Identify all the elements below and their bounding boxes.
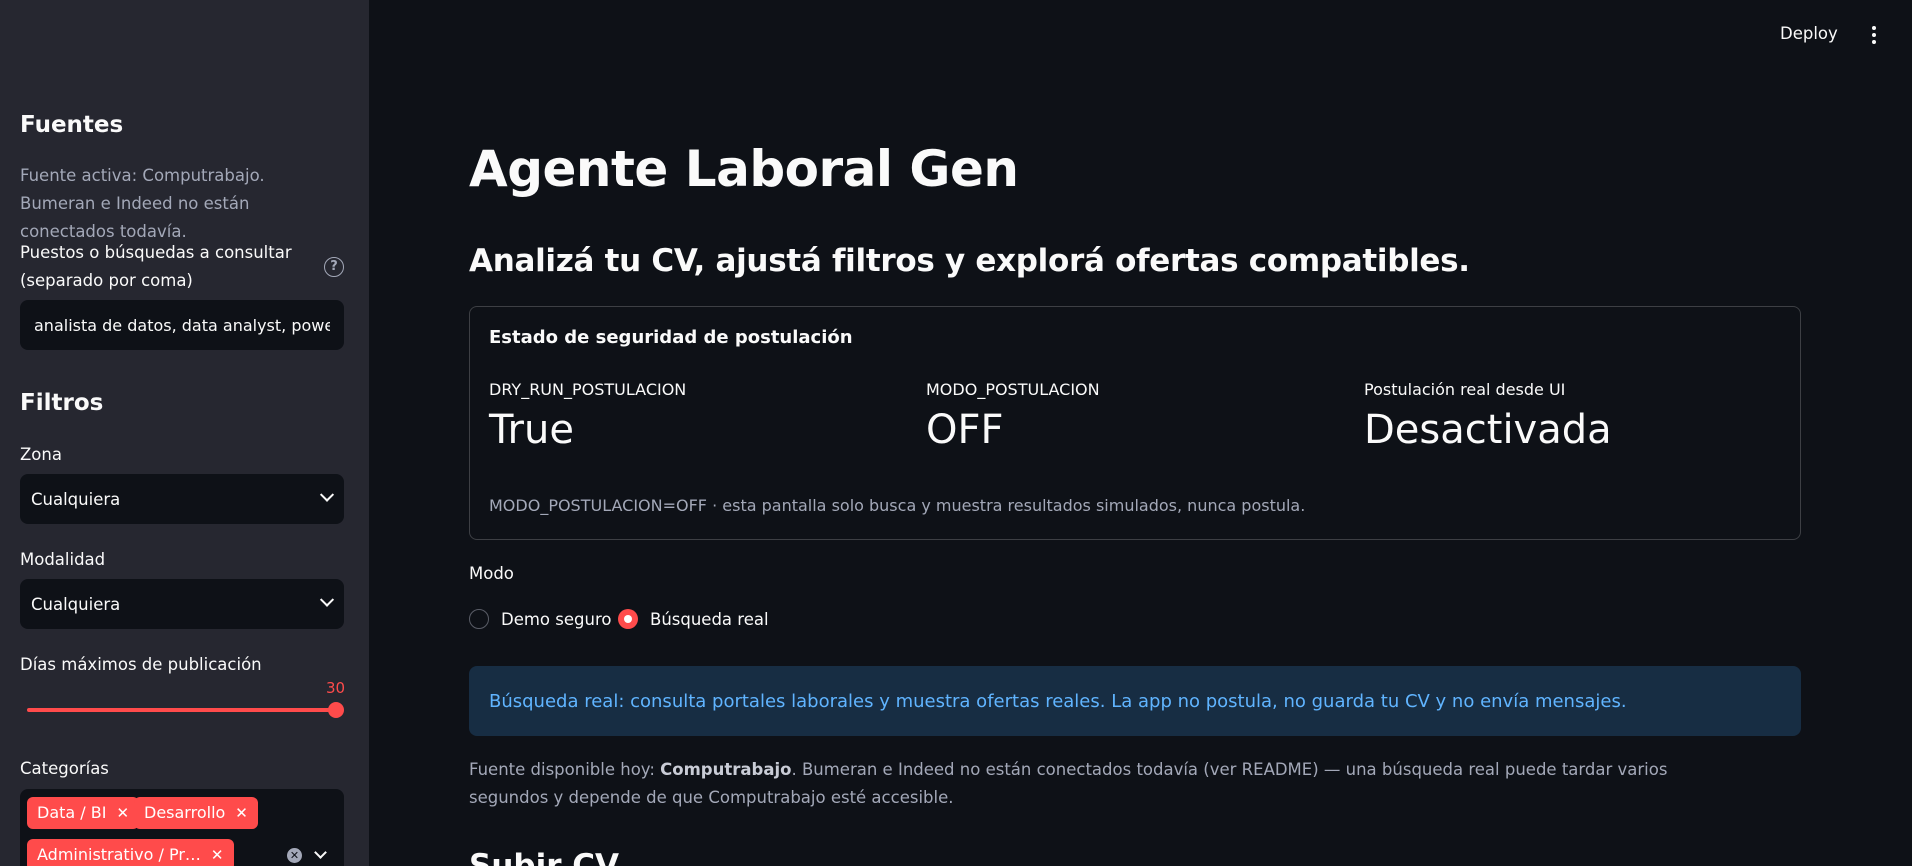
dias-slider-thumb[interactable] [328,702,344,718]
category-chip[interactable]: Desarrollo ✕ [134,797,258,829]
categorias-label: Categorías [20,759,109,778]
metric-value: Desactivada [1364,407,1612,453]
metric-dry-run: DRY_RUN_POSTULACION True [489,380,686,453]
source-name: Computrabajo [660,760,792,779]
page-subtitle: Analizá tu CV, ajustá filtros y explorá … [469,243,1470,279]
info-alert: Búsqueda real: consulta portales laboral… [469,666,1801,736]
category-chip[interactable]: Data / BI ✕ [27,797,140,829]
clear-icon[interactable]: ✕ [287,848,302,863]
sources-caption: Fuente activa: Computrabajo. Bumeran e I… [20,166,265,241]
radio-busqueda-real[interactable]: Búsqueda real [618,609,769,629]
sidebar: Fuentes Fuente activa: Computrabajo. Bum… [0,0,369,866]
radio-unchecked-icon[interactable] [469,609,489,629]
help-icon[interactable]: ? [324,257,344,277]
searches-input[interactable] [20,300,344,350]
page-title: Agente Laboral Gen [469,140,1019,198]
chevron-down-icon [319,487,335,502]
modalidad-select-value: Cualquiera [31,594,121,614]
info-alert-text: Búsqueda real: consulta portales laboral… [489,690,1627,712]
remove-chip-icon[interactable]: ✕ [235,797,248,829]
upload-cv-heading: Subir CV [469,848,620,866]
filters-heading: Filtros [20,390,104,416]
metric-label: Postulación real desde UI [1364,380,1566,399]
modalidad-label: Modalidad [20,550,106,569]
zona-label: Zona [20,445,62,464]
radio-checked-icon[interactable] [618,609,638,629]
sources-heading: Fuentes [20,112,124,138]
dias-slider-value: 30 [326,679,346,697]
remove-chip-icon[interactable]: ✕ [116,797,129,829]
dias-label: Días máximos de publicación [20,655,262,674]
metric-value: True [489,407,574,453]
zona-select-value: Cualquiera [31,489,121,509]
more-menu-icon[interactable] [1872,26,1876,47]
security-card-title: Estado de seguridad de postulación [489,327,853,348]
searches-label: Puestos o búsquedas a consultar (separad… [20,243,292,290]
app: Fuentes Fuente activa: Computrabajo. Bum… [0,0,1912,866]
metric-label: MODO_POSTULACION [926,380,1100,399]
modalidad-select[interactable]: Cualquiera [20,579,344,629]
zona-select[interactable]: Cualquiera [20,474,344,524]
radio-label[interactable]: Demo seguro [501,610,611,629]
category-chip[interactable]: Administrativo / Pr… ✕ [27,839,234,866]
source-caption: Fuente disponible hoy: Computrabajo. Bum… [469,760,1668,807]
metric-label: DRY_RUN_POSTULACION [489,380,687,399]
chevron-down-icon [319,592,335,607]
modo-label: Modo [469,564,514,583]
dias-slider-track[interactable] [27,708,336,712]
metric-modo-postulacion: MODO_POSTULACION OFF [926,380,1100,453]
metric-value: OFF [926,407,1004,453]
radio-demo-seguro[interactable]: Demo seguro [469,609,611,629]
security-status-card: Estado de seguridad de postulación DRY_R… [469,306,1801,540]
metric-postulacion-real: Postulación real desde UI Desactivada [1364,380,1612,453]
deploy-button[interactable]: Deploy [1780,24,1838,43]
remove-chip-icon[interactable]: ✕ [211,839,224,866]
security-card-caption: MODO_POSTULACION=OFF · esta pantalla sol… [489,496,1306,515]
radio-label[interactable]: Búsqueda real [650,610,769,629]
